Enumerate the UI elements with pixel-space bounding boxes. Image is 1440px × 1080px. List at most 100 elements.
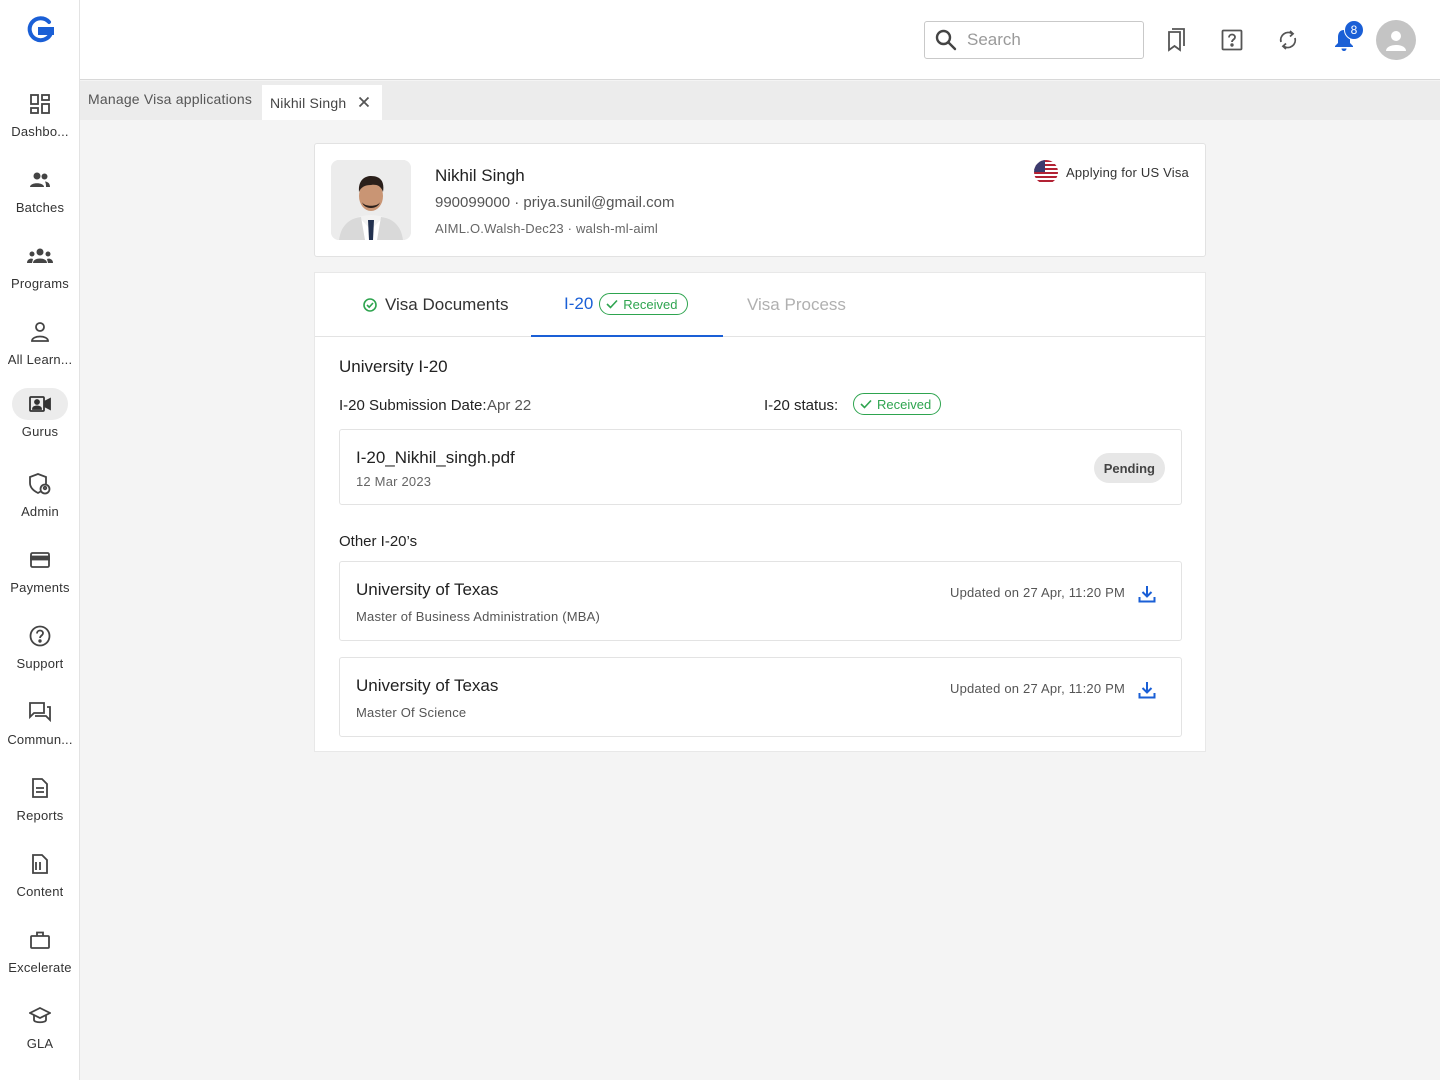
admin-shield-icon — [12, 468, 68, 500]
section-title: University I-20 — [339, 357, 448, 376]
applying-text: Applying for US Visa — [1066, 164, 1189, 180]
help-circle-icon — [12, 620, 68, 652]
tab-label: I-20 — [564, 294, 594, 313]
tab-visa-documents[interactable]: Visa Documents — [363, 273, 508, 337]
visa-tabs: Visa Documents I-20 Received Visa Proces… — [315, 273, 1205, 337]
sidebar-item-label: Gurus — [21, 424, 59, 439]
us-flag-icon — [1034, 160, 1058, 184]
program-name: Master Of Science — [356, 705, 467, 720]
document-icon — [12, 772, 68, 804]
sidebar-item-dashboard[interactable]: Dashbo... — [0, 88, 80, 154]
chip-label: Received — [877, 396, 932, 412]
close-tab-button[interactable] — [356, 94, 372, 113]
updated-timestamp: Updated on 27 Apr, 11:20 PM — [949, 681, 1125, 696]
tab-label: Visa Process — [747, 295, 846, 314]
dashboard-icon — [12, 88, 68, 120]
download-button[interactable] — [1135, 582, 1159, 606]
sidebar-item-communication[interactable]: Commun... — [0, 696, 80, 762]
sidebar: Dashbo... Batches Programs All Learn... … — [0, 0, 80, 1080]
submission-date-label: I-20 Submission Date: — [339, 397, 487, 414]
bookmarks-icon — [1168, 28, 1185, 52]
chip-label: Received — [623, 296, 678, 312]
close-icon — [358, 96, 370, 108]
download-icon — [1138, 682, 1156, 699]
sidebar-item-label: Excelerate — [8, 960, 72, 975]
search-input[interactable] — [967, 30, 1127, 50]
file-date: 12 Mar 2023 — [356, 474, 432, 489]
briefcase-icon — [12, 924, 68, 956]
check-circle-icon — [363, 298, 377, 312]
sidebar-item-label: Payments — [10, 580, 70, 595]
brand-logo[interactable] — [26, 16, 54, 46]
person-icon — [12, 316, 68, 348]
file-name: I-20_Nikhil_singh.pdf — [356, 448, 515, 467]
tab-label: Visa Documents — [385, 295, 509, 314]
programs-icon — [12, 240, 68, 272]
submission-date-value: Apr 22 — [487, 397, 532, 414]
sidebar-item-label: Dashbo... — [11, 124, 69, 139]
tab-visa-process[interactable]: Visa Process — [747, 273, 846, 337]
pending-status-badge: Pending — [1093, 453, 1165, 483]
other-i20-item: University of Texas Master Of Science Up… — [339, 657, 1182, 737]
program-name: Master of Business Administration (MBA) — [356, 609, 601, 624]
batches-icon — [12, 164, 68, 196]
download-icon — [1138, 586, 1156, 603]
applicant-name: Nikhil Singh — [435, 166, 525, 185]
university-name: University of Texas — [356, 676, 499, 695]
other-i20s-title: Other I-20’s — [339, 533, 418, 550]
notifications-button[interactable]: 8 — [1330, 20, 1364, 54]
applicant-photo — [331, 160, 411, 240]
sidebar-item-label: Support — [16, 656, 64, 671]
video-person-icon — [12, 388, 68, 420]
refresh-button[interactable] — [1274, 26, 1302, 54]
page-tabstrip: Manage Visa applications Nikhil Singh — [80, 81, 1440, 120]
sidebar-item-label: Batches — [15, 200, 65, 215]
sidebar-item-programs[interactable]: Programs — [0, 240, 80, 306]
sidebar-item-admin[interactable]: Admin — [0, 468, 80, 534]
download-button[interactable] — [1135, 678, 1159, 702]
sidebar-item-label: Programs — [11, 276, 69, 291]
help-button[interactable] — [1218, 26, 1246, 54]
check-icon — [860, 399, 872, 409]
help-square-icon — [1221, 29, 1243, 51]
check-icon — [606, 299, 618, 309]
tab-i20[interactable]: I-20 Received — [531, 273, 723, 337]
sidebar-item-label: All Learn... — [7, 352, 73, 367]
sidebar-item-excelerate[interactable]: Excelerate — [0, 924, 80, 990]
sidebar-item-batches[interactable]: Batches — [0, 164, 80, 230]
user-avatar[interactable] — [1376, 20, 1416, 60]
i20-file-row[interactable]: I-20_Nikhil_singh.pdf 12 Mar 2023 Pendin… — [339, 429, 1182, 505]
sidebar-item-label: Reports — [16, 808, 64, 823]
tab-manage-visa-applications[interactable]: Manage Visa applications — [88, 91, 252, 107]
search-icon — [935, 29, 957, 51]
other-i20-item: University of Texas Master of Business A… — [339, 561, 1182, 641]
visa-country-label: Applying for US Visa — [1034, 160, 1189, 184]
sidebar-item-label: GLA — [26, 1036, 54, 1051]
i20-status-chip: Received — [853, 393, 942, 415]
notification-count-badge: 8 — [1344, 20, 1364, 40]
sidebar-item-reports[interactable]: Reports — [0, 772, 80, 838]
applicant-profile-card: Nikhil Singh 990099000 · priya.sunil@gma… — [314, 143, 1206, 257]
i20-status-label: I-20 status: — [764, 397, 839, 414]
sidebar-item-support[interactable]: Support — [0, 620, 80, 686]
sidebar-item-content[interactable]: Content — [0, 848, 80, 914]
chat-icon — [12, 696, 68, 728]
sidebar-item-payments[interactable]: Payments — [0, 544, 80, 610]
top-header: 8 — [80, 0, 1440, 80]
graduation-cap-icon — [12, 1000, 68, 1032]
sidebar-item-gurus[interactable]: Gurus — [0, 388, 80, 454]
tab-nikhil-singh[interactable]: Nikhil Singh — [262, 85, 382, 120]
university-name: University of Texas — [356, 580, 499, 599]
bookmarks-button[interactable] — [1162, 26, 1190, 54]
user-avatar-icon — [1386, 31, 1406, 51]
sidebar-item-all-learners[interactable]: All Learn... — [0, 316, 80, 382]
applicant-contact: 990099000 · priya.sunil@gmail.com — [435, 194, 675, 211]
credit-card-icon — [12, 544, 68, 576]
sidebar-item-label: Content — [16, 884, 64, 899]
content-icon — [12, 848, 68, 880]
visa-details-card: Visa Documents I-20 Received Visa Proces… — [314, 272, 1206, 752]
search-box[interactable] — [924, 21, 1144, 59]
sidebar-item-gla[interactable]: GLA — [0, 1000, 80, 1066]
sidebar-item-label: Commun... — [7, 732, 73, 747]
applicant-batch: AIML.O.Walsh-Dec23 · walsh-ml-aiml — [435, 221, 659, 236]
